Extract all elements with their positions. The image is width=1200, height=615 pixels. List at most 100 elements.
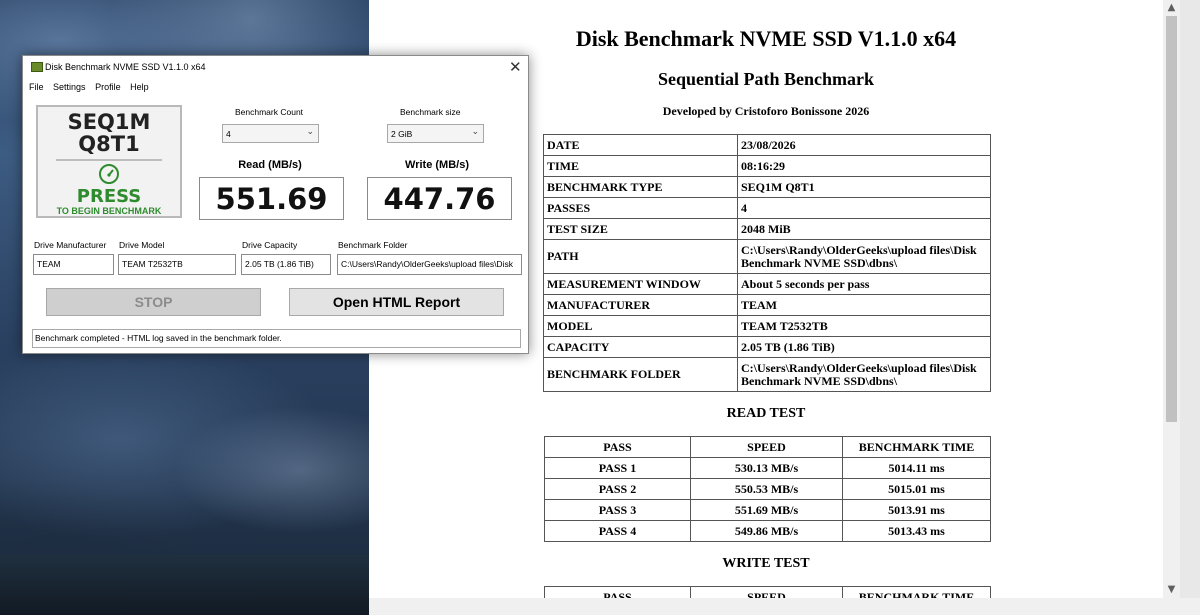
window-title: Disk Benchmark NVME SSD V1.1.0 x64 (45, 62, 206, 72)
title-bar[interactable]: Disk Benchmark NVME SSD V1.1.0 x64 ✕ (23, 56, 528, 80)
drive-model-label: Drive Model (119, 240, 165, 250)
column-header: BENCHMARK TIME (842, 586, 991, 598)
table-row: PASSES 4 (543, 197, 991, 219)
info-key: MEASUREMENT WINDOW (543, 273, 738, 295)
menu-settings[interactable]: Settings (53, 82, 86, 92)
column-header: SPEED (690, 436, 843, 458)
info-value: 2048 MiB (737, 218, 991, 240)
write-value: 447.76 (367, 177, 512, 220)
start-benchmark-button[interactable]: SEQ1M Q8T1 PRESS TO BEGIN BENCHMARK (36, 105, 182, 218)
status-bar: Benchmark completed - HTML log saved in … (32, 329, 521, 348)
time-cell: 5015.01 ms (842, 478, 991, 500)
time-cell: 5013.43 ms (842, 520, 991, 542)
table-row: TEST SIZE 2048 MiB (543, 218, 991, 240)
info-key: CAPACITY (543, 336, 738, 358)
benchmark-count-value: 4 (226, 129, 231, 139)
info-key: TIME (543, 155, 738, 177)
benchmark-folder-field[interactable]: C:\Users\Randy\OlderGeeks\upload files\D… (337, 254, 522, 275)
menu-profile[interactable]: Profile (95, 82, 121, 92)
column-header: PASS (544, 436, 691, 458)
table-row: MODEL TEAM T2532TB (543, 315, 991, 337)
table-row: TIME 08:16:29 (543, 155, 991, 177)
table-row: BENCHMARK FOLDER C:\Users\Randy\OlderGeek… (543, 357, 991, 392)
info-value: SEQ1M Q8T1 (737, 176, 991, 198)
speed-cell: 550.53 MB/s (690, 478, 843, 500)
speedometer-icon (99, 164, 119, 184)
drive-capacity-label: Drive Capacity (242, 240, 298, 250)
pass-cell: PASS 4 (544, 520, 691, 542)
benchmark-count-label: Benchmark Count (235, 107, 304, 117)
close-icon[interactable]: ✕ (509, 58, 522, 76)
info-value: TEAM T2532TB (737, 315, 991, 337)
chevron-down-icon: ⌄ (306, 127, 314, 137)
write-label: Write (MB/s) (405, 159, 469, 171)
app-icon (31, 62, 43, 72)
menu-file[interactable]: File (29, 82, 44, 92)
time-cell: 5013.91 ms (842, 499, 991, 521)
table-row: MEASUREMENT WINDOW About 5 seconds per pa… (543, 273, 991, 295)
table-row: PATH C:\Users\Randy\OlderGeeks\upload fil… (543, 239, 991, 274)
table-row: PASS 4 549.86 MB/s 5013.43 ms (544, 520, 991, 542)
benchmark-size-label: Benchmark size (400, 107, 461, 117)
scroll-down-icon[interactable]: ▼ (1163, 582, 1180, 598)
column-header: SPEED (690, 586, 843, 598)
drive-manufacturer-field[interactable]: TEAM (33, 254, 114, 275)
benchmark-count-select[interactable]: 4 ⌄ (222, 124, 319, 143)
speed-cell: 551.69 MB/s (690, 499, 843, 521)
table-row: PASS 2 550.53 MB/s 5015.01 ms (544, 478, 991, 500)
pass-cell: PASS 2 (544, 478, 691, 500)
read-test-title: READ TEST (726, 406, 806, 421)
time-cell: 5014.11 ms (842, 457, 991, 479)
benchmark-size-select[interactable]: 2 GiB ⌄ (387, 124, 484, 143)
info-value: 2.05 TB (1.86 TiB) (737, 336, 991, 358)
table-row: CAPACITY 2.05 TB (1.86 TiB) (543, 336, 991, 358)
read-label: Read (MB/s) (238, 159, 302, 171)
stop-button[interactable]: STOP (46, 288, 261, 316)
write-test-table: PASS SPEED BENCHMARK TIME (544, 586, 991, 598)
table-row: MANUFACTURER TEAM (543, 294, 991, 316)
info-key: MODEL (543, 315, 738, 337)
window-bottom-edge (369, 598, 1200, 615)
info-key: BENCHMARK TYPE (543, 176, 738, 198)
vertical-scrollbar[interactable]: ▲ ▼ (1163, 0, 1180, 598)
pass-cell: PASS 3 (544, 499, 691, 521)
drive-manufacturer-label: Drive Manufacturer (34, 240, 107, 250)
press-sub-label: TO BEGIN BENCHMARK (56, 206, 162, 216)
scroll-thumb[interactable] (1166, 16, 1177, 422)
read-test-table: PASS SPEED BENCHMARK TIME PASS 1 530.13 … (544, 436, 991, 542)
speed-cell: 549.86 MB/s (690, 520, 843, 542)
open-html-report-button[interactable]: Open HTML Report (289, 288, 504, 316)
table-header-row: PASS SPEED BENCHMARK TIME (544, 586, 991, 598)
info-key: DATE (543, 134, 738, 156)
info-table: DATE 23/08/2026 TIME 08:16:29 BENCHMARK TY… (543, 134, 991, 392)
scroll-up-icon[interactable]: ▲ (1163, 0, 1180, 16)
table-row: PASS 1 530.13 MB/s 5014.11 ms (544, 457, 991, 479)
table-header-row: PASS SPEED BENCHMARK TIME (544, 436, 991, 458)
press-label: PRESS (76, 186, 142, 207)
table-row: PASS 3 551.69 MB/s 5013.91 ms (544, 499, 991, 521)
chevron-down-icon: ⌄ (471, 127, 479, 137)
info-value: 23/08/2026 (737, 134, 991, 156)
benchmark-size-value: 2 GiB (391, 129, 413, 139)
write-test-title: WRITE TEST (722, 556, 810, 571)
benchmark-folder-label: Benchmark Folder (338, 240, 408, 250)
table-row: BENCHMARK TYPE SEQ1M Q8T1 (543, 176, 991, 198)
table-row: DATE 23/08/2026 (543, 134, 991, 156)
info-key: TEST SIZE (543, 218, 738, 240)
benchmark-app-window: Disk Benchmark NVME SSD V1.1.0 x64 ✕ Fil… (22, 55, 529, 354)
info-value: 08:16:29 (737, 155, 991, 177)
test-name-line2: Q8T1 (78, 132, 140, 156)
info-key: PASSES (543, 197, 738, 219)
report-title: Disk Benchmark NVME SSD V1.1.0 x64 (575, 26, 957, 51)
menu-help[interactable]: Help (130, 82, 149, 92)
drive-model-field[interactable]: TEAM T2532TB (118, 254, 236, 275)
info-value: About 5 seconds per pass (737, 273, 991, 295)
column-header: PASS (544, 586, 691, 598)
info-key: BENCHMARK FOLDER (543, 357, 738, 392)
pass-cell: PASS 1 (544, 457, 691, 479)
drive-capacity-field[interactable]: 2.05 TB (1.86 TiB) (241, 254, 331, 275)
menu-bar: File Settings Profile Help (29, 82, 156, 96)
info-value: C:\Users\Randy\OlderGeeks\upload files\D… (737, 239, 991, 274)
test-name-line1: SEQ1M (67, 110, 151, 134)
read-value: 551.69 (199, 177, 344, 220)
